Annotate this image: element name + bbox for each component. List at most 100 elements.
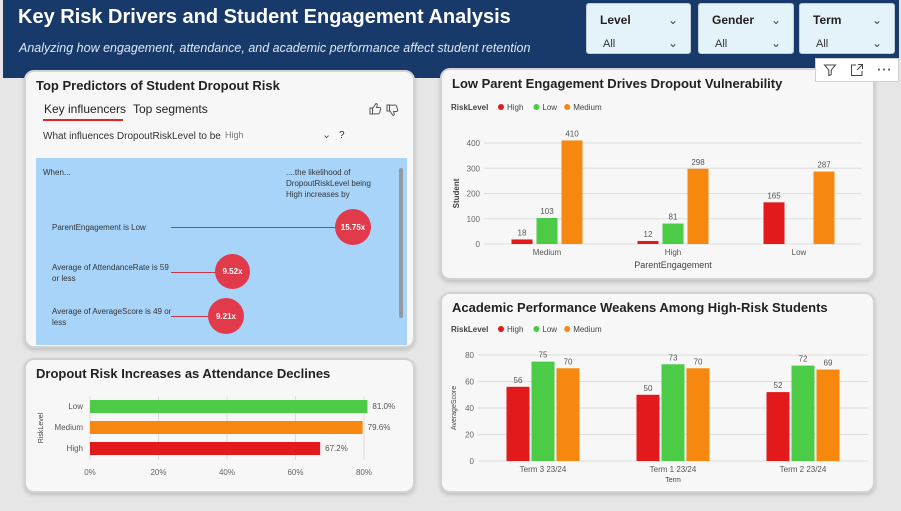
bar xyxy=(511,239,533,244)
visual-header-toolbar: ⋯ xyxy=(815,58,899,82)
chevron-down-icon: ⌄ xyxy=(871,13,882,27)
data-label: 165 xyxy=(767,191,781,200)
parent-engagement-chart: RiskLevel High Low Medium 0 100 200 300 400 Stude… xyxy=(451,103,862,270)
legend-title: RiskLevel xyxy=(451,103,488,112)
chevron-down-icon[interactable]: ⌄ xyxy=(872,37,882,49)
bar xyxy=(766,392,790,461)
academic-performance-chart: RiskLevel High Low Medium 0 20 40 60 80 AverageSc… xyxy=(451,325,868,484)
influencer-bubble[interactable]: 9.21x xyxy=(208,298,244,334)
x-tick-label: Medium xyxy=(533,248,562,257)
data-label: 67.2% xyxy=(325,444,348,453)
help-icon[interactable]: ? xyxy=(339,130,345,141)
y-axis-title: AverageScore xyxy=(451,386,458,430)
gender-slicer[interactable]: Gender ⌄ All ⌄ xyxy=(698,3,794,54)
bar xyxy=(531,361,555,461)
y-tick-label: 0 xyxy=(476,240,481,249)
data-label: 73 xyxy=(669,353,678,362)
bar xyxy=(536,217,558,244)
y-tick-label: 60 xyxy=(465,378,474,387)
influencer-label[interactable]: Average of AverageScore is 49 or less xyxy=(52,306,172,328)
legend-marker xyxy=(533,104,540,110)
x-tick-label: 20% xyxy=(150,468,166,477)
influencer-bubble[interactable]: 15.75x xyxy=(335,209,371,245)
y-tick-label: High xyxy=(67,444,83,453)
y-tick-label: Low xyxy=(68,402,83,411)
y-axis-title: RiskLevel xyxy=(38,412,45,443)
academic-performance-card: Academic Performance Weakens Among High-… xyxy=(440,292,875,493)
y-tick-label: 0 xyxy=(470,457,475,466)
more-options-icon[interactable]: ⋯ xyxy=(873,60,895,80)
legend-item: High xyxy=(507,325,523,334)
report-title: Key Risk Drivers and Student Engagement … xyxy=(18,6,511,28)
chevron-down-icon: ⌄ xyxy=(770,13,781,27)
data-label: 70 xyxy=(694,357,703,366)
legend-marker xyxy=(564,104,571,110)
bar xyxy=(816,369,840,461)
level-slicer-title: Level xyxy=(600,13,631,27)
y-tick-label: 400 xyxy=(467,139,481,148)
y-tick-label: 200 xyxy=(467,190,481,199)
influencers-panel: When... ....the likelihood of DropoutRis… xyxy=(36,158,407,345)
influencer-connector xyxy=(171,227,336,228)
influencer-bubble[interactable]: 9.52x xyxy=(215,254,250,289)
legend-item: High xyxy=(507,103,523,112)
y-tick-label: 300 xyxy=(467,164,481,173)
x-tick-label: 0% xyxy=(84,468,96,477)
bar xyxy=(556,368,580,461)
legend-marker xyxy=(498,326,504,332)
level-slicer[interactable]: Level ⌄ All ⌄ xyxy=(586,3,691,54)
data-label: 56 xyxy=(514,376,523,385)
tab-top-segments[interactable]: Top segments xyxy=(133,102,208,116)
parent-engagement-card: Low Parent Engagement Drives Dropout Vul… xyxy=(440,68,875,280)
thumbs-down-icon[interactable] xyxy=(385,103,399,117)
influence-question: What influences DropoutRiskLevel to be xyxy=(43,131,221,142)
bar xyxy=(636,394,660,461)
legend-marker xyxy=(533,326,540,332)
gender-slicer-value[interactable]: All xyxy=(715,38,727,50)
influencer-label[interactable]: ParentEngagement is Low xyxy=(52,222,172,233)
legend-item: Low xyxy=(542,325,557,334)
likelihood-header: ....the likelihood of DropoutRiskLevel b… xyxy=(286,168,371,199)
active-tab-indicator xyxy=(43,119,123,121)
key-influencers-card: Top Predictors of Student Dropout Risk K… xyxy=(24,70,415,348)
thumbs-up-icon[interactable] xyxy=(368,102,382,116)
report-canvas: Key Risk Drivers and Student Engagement … xyxy=(0,0,901,511)
y-tick-label: 20 xyxy=(465,431,474,440)
report-subtitle: Analyzing how engagement, attendance, an… xyxy=(19,41,531,55)
x-axis-title: ParentEngagement xyxy=(634,260,712,270)
bar xyxy=(687,168,709,244)
chevron-down-icon[interactable]: ⌄ xyxy=(322,128,331,141)
x-tick-label: 60% xyxy=(287,468,303,477)
data-label: 18 xyxy=(518,228,527,237)
bar xyxy=(813,171,835,244)
term-slicer-value[interactable]: All xyxy=(816,38,828,50)
legend-item: Medium xyxy=(573,325,602,334)
chevron-down-icon[interactable]: ⌄ xyxy=(771,37,781,49)
bar xyxy=(561,140,583,244)
term-slicer[interactable]: Term ⌄ All ⌄ xyxy=(799,3,895,54)
bar xyxy=(686,368,710,461)
data-label: 103 xyxy=(540,207,554,216)
focus-mode-icon[interactable] xyxy=(846,60,868,80)
x-tick-label: Term 1 23/24 xyxy=(650,465,697,474)
data-label: 72 xyxy=(799,355,808,364)
x-tick-label: Term 3 23/24 xyxy=(520,465,567,474)
bar xyxy=(506,386,530,461)
panel-scrollbar[interactable] xyxy=(399,168,403,318)
level-slicer-value[interactable]: All xyxy=(603,38,615,50)
target-value-dropdown[interactable]: High xyxy=(225,130,244,140)
data-label: 79.6% xyxy=(368,423,391,432)
data-label: 81 xyxy=(669,213,678,222)
data-label: 12 xyxy=(644,230,653,239)
influencer-label[interactable]: Average of AttendanceRate is 59 or less xyxy=(52,262,172,284)
data-label: 70 xyxy=(564,357,573,366)
bar xyxy=(90,442,321,455)
gender-slicer-title: Gender xyxy=(712,13,755,27)
filter-icon[interactable] xyxy=(819,60,841,80)
x-tick-label: 40% xyxy=(219,468,235,477)
attendance-card: Dropout Risk Increases as Attendance Dec… xyxy=(24,358,415,493)
tab-key-influencers[interactable]: Key influencers xyxy=(44,102,126,116)
chevron-down-icon[interactable]: ⌄ xyxy=(668,37,678,49)
legend-title: RiskLevel xyxy=(451,325,488,334)
x-tick-label: Low xyxy=(792,248,807,257)
